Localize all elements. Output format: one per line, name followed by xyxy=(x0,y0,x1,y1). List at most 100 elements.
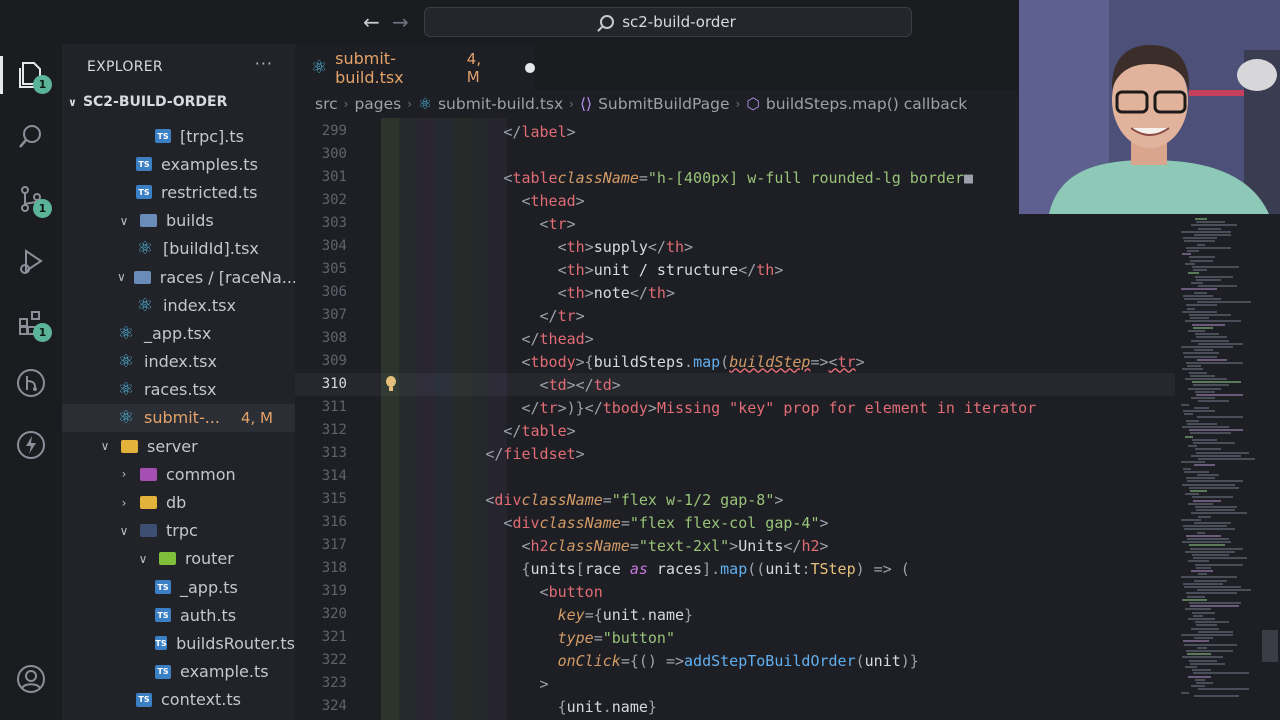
breadcrumb-file[interactable]: submit-build.tsx xyxy=(438,95,563,113)
minimap-line xyxy=(1182,483,1235,486)
tab-submit-build[interactable]: ⚛ submit-build.tsx 4, M xyxy=(295,44,535,90)
source-control-icon[interactable]: 1 xyxy=(14,182,52,218)
code-line[interactable]: < h2 className = "text-2xl" > Units </h2 > xyxy=(521,534,828,557)
code-line[interactable]: < tbody >{buildSteps. map(buildStep => < tr > xyxy=(521,350,864,373)
scm-badge: 1 xyxy=(33,199,52,218)
tree-item[interactable]: ⚛ _app.tsx xyxy=(62,319,295,347)
run-debug-icon[interactable] xyxy=(14,244,48,278)
minimap-line xyxy=(1196,682,1213,684)
minimap-line xyxy=(1182,598,1207,601)
typescript-file-icon: TS xyxy=(155,664,171,679)
minimap-line xyxy=(1183,352,1219,355)
minimap-line xyxy=(1181,518,1201,521)
breadcrumb-component[interactable]: SubmitBuildPage xyxy=(598,95,729,113)
tree-item[interactable]: TS auth.ts xyxy=(62,601,295,629)
minimap-line xyxy=(1191,570,1213,572)
code-line[interactable]: < div className = "flex flex-col gap-4" > xyxy=(503,511,828,534)
line-number: 304 xyxy=(321,238,347,254)
code-line[interactable]: {units[race as races]. map((unit: TStep) … xyxy=(521,557,909,580)
minimap-line xyxy=(1195,678,1205,681)
command-center[interactable]: sc2-build-order xyxy=(424,7,912,37)
minimap-line xyxy=(1181,461,1205,464)
back-arrow-icon[interactable]: ← xyxy=(363,10,380,34)
code-line[interactable]: </tr > xyxy=(540,304,585,327)
code-line[interactable]: < th > note </th > xyxy=(558,281,675,304)
more-actions-icon[interactable]: ··· xyxy=(255,54,273,73)
code-line[interactable]: </label > xyxy=(503,120,575,143)
code-line[interactable]: type = "button" xyxy=(558,626,675,649)
lightbulb-icon[interactable] xyxy=(383,376,399,392)
minimap-line xyxy=(1182,368,1203,371)
minimap-line xyxy=(1195,621,1229,624)
code-line[interactable]: < thead > xyxy=(521,189,584,212)
tree-item[interactable]: ∨ builds xyxy=(62,207,295,235)
tree-item[interactable]: ∨ router xyxy=(62,545,295,573)
tree-item[interactable]: TS restricted.ts xyxy=(62,178,295,206)
tree-item[interactable]: TS examples.ts xyxy=(62,150,295,178)
code-line[interactable]: < th > supply </th > xyxy=(558,235,693,258)
line-number: 312 xyxy=(321,422,347,438)
code-line[interactable]: < td ></td > xyxy=(540,373,621,396)
minimap-line xyxy=(1187,480,1243,483)
code-line[interactable]: </tr >)}</tbody > Missing "key" prop for e… xyxy=(521,396,1036,419)
workspace-name: sc2-build-order xyxy=(622,13,736,31)
tree-item[interactable]: TS context.ts xyxy=(62,686,295,714)
breadcrumb-callback[interactable]: buildSteps.map() callback xyxy=(766,95,967,113)
minimap-line xyxy=(1190,547,1243,550)
tree-item[interactable]: TS [trpc].ts xyxy=(62,122,295,150)
tree-item[interactable]: TS example.ts xyxy=(62,658,295,686)
tree-item[interactable]: ∨ trpc xyxy=(62,517,295,545)
code-line[interactable]: </fieldset > xyxy=(485,442,584,465)
code-line[interactable]: {unit. name} xyxy=(558,695,657,718)
minimap-line xyxy=(1190,374,1215,377)
forward-arrow-icon[interactable]: → xyxy=(392,10,409,34)
tree-item[interactable]: › common xyxy=(62,460,295,488)
minimap-line xyxy=(1192,381,1241,384)
tree-item[interactable]: ⚛ races.tsx xyxy=(62,376,295,404)
chevron-down-icon: ∨ xyxy=(117,270,126,285)
code-line[interactable]: < div className = "flex w-1/2 gap-8" > xyxy=(485,488,783,511)
search-icon[interactable] xyxy=(14,120,48,154)
tree-item[interactable]: › db xyxy=(62,488,295,516)
tree-item[interactable]: ∨ races / [raceNa... xyxy=(62,263,297,291)
scrollbar-thumb[interactable] xyxy=(1262,630,1278,662)
minimap-line xyxy=(1185,608,1211,611)
tree-item[interactable]: ⚛ submit-... 4, M xyxy=(62,403,295,433)
code-line[interactable]: </table > xyxy=(503,419,575,442)
code-line[interactable]: < button xyxy=(540,580,603,603)
code-line[interactable]: < th > unit / structure </th > xyxy=(558,258,784,281)
lightning-icon[interactable] xyxy=(14,428,48,462)
workspace-root[interactable]: ∨ SC2-BUILD-ORDER xyxy=(68,94,227,110)
unsaved-dot-icon[interactable] xyxy=(525,62,535,73)
tree-item[interactable]: ⚛ [buildId].tsx xyxy=(62,235,295,263)
indent-rainbow xyxy=(417,118,435,720)
tree-item[interactable]: TS _app.ts xyxy=(62,573,295,601)
minimap-line xyxy=(1198,515,1211,518)
code-line[interactable]: > xyxy=(540,672,549,695)
tree-item[interactable]: ⚛ index.tsx xyxy=(62,348,295,376)
line-number: 320 xyxy=(321,606,347,622)
tree-item-label: races.tsx xyxy=(144,380,217,400)
breadcrumb-pages[interactable]: pages xyxy=(354,95,401,113)
code-line[interactable]: </thead > xyxy=(521,327,593,350)
minimap-line xyxy=(1183,410,1215,412)
tree-item[interactable]: ⚛ index.tsx xyxy=(62,291,295,319)
tree-item-label: examples.ts xyxy=(161,154,258,174)
code-line[interactable]: key ={unit. name} xyxy=(558,603,693,626)
tree-item[interactable]: ∨ server xyxy=(62,432,295,460)
code-line[interactable]: < tr > xyxy=(540,212,576,235)
line-number: 308 xyxy=(321,330,347,346)
minimap-line xyxy=(1190,317,1209,320)
tree-item-label: index.tsx xyxy=(163,295,236,315)
account-icon[interactable] xyxy=(14,662,48,696)
minimap-line xyxy=(1197,358,1227,361)
minimap-line xyxy=(1185,378,1227,380)
extensions-icon[interactable]: 1 xyxy=(14,306,52,342)
explorer-files-icon[interactable]: 1 xyxy=(14,58,52,94)
typescript-file-icon: TS xyxy=(155,608,171,623)
git-graph-icon[interactable] xyxy=(14,366,48,400)
code-line[interactable]: onClick ={() => addStepToBuildOrder(unit)… xyxy=(558,649,919,672)
breadcrumb-src[interactable]: src xyxy=(315,95,338,113)
code-line[interactable]: < table className = "h-[400px] w-full round… xyxy=(503,166,973,189)
tree-item[interactable]: TS buildsRouter.ts xyxy=(62,629,295,657)
